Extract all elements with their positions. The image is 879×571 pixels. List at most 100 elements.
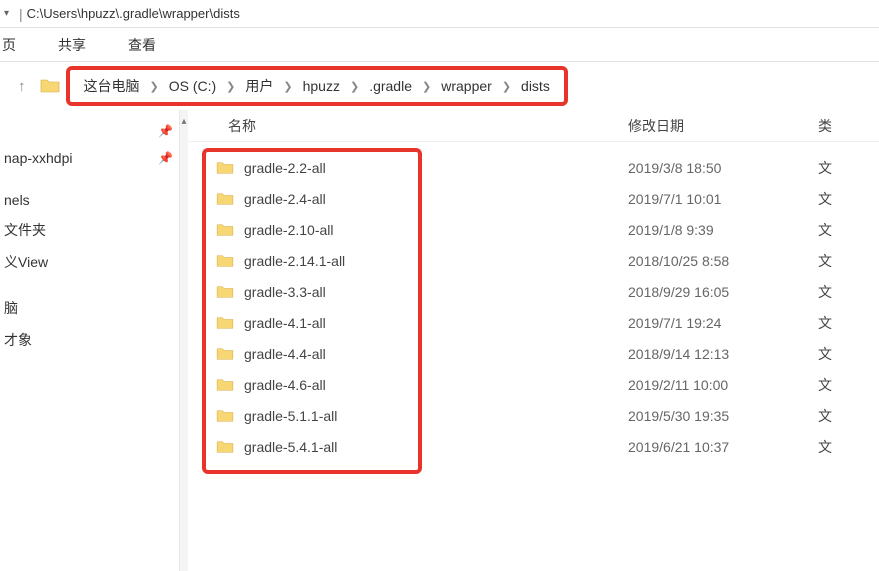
folder-icon: [216, 192, 234, 206]
breadcrumb-container: ↑ 这台电脑 ❯ OS (C:) ❯ 用户 ❯ hpuzz ❯ .gradle …: [0, 62, 879, 110]
sidebar: 📌 nap-xxhdpi 📌 nels 文件夹 义View 脑 才象: [0, 110, 180, 571]
sidebar-item-label: 脑: [4, 298, 18, 318]
folder-icon: [216, 285, 234, 299]
file-name: gradle-5.1.1-all: [244, 408, 337, 424]
sidebar-item-label: 才象: [4, 330, 32, 350]
file-date: 2019/5/30 19:35: [628, 408, 818, 424]
column-headers: 名称 修改日期 类: [188, 110, 879, 142]
title-dropdown-icon[interactable]: ▾: [4, 8, 9, 19]
sidebar-item[interactable]: nels: [0, 186, 179, 214]
table-row[interactable]: gradle-2.10-all 2019/1/8 9:39文: [188, 214, 879, 245]
breadcrumb-seg[interactable]: dists: [517, 76, 554, 96]
breadcrumb-seg[interactable]: wrapper: [437, 76, 496, 96]
chevron-right-icon[interactable]: ❯: [226, 80, 235, 93]
sidebar-item[interactable]: 📌: [0, 118, 179, 144]
table-row[interactable]: gradle-3.3-all 2018/9/29 16:05文: [188, 276, 879, 307]
file-date: 2019/7/1 10:01: [628, 191, 818, 207]
file-name: gradle-2.2-all: [244, 160, 326, 176]
menu-item-home[interactable]: 页: [0, 31, 22, 59]
content-area: 📌 nap-xxhdpi 📌 nels 文件夹 义View 脑 才象 ▴ 名称 …: [0, 110, 879, 571]
file-date: 2019/6/21 10:37: [628, 439, 818, 455]
sidebar-item[interactable]: nap-xxhdpi 📌: [0, 144, 179, 172]
breadcrumb-seg[interactable]: hpuzz: [299, 76, 344, 96]
menu-bar: 页 共享 查看: [0, 28, 879, 62]
file-type: 文: [818, 375, 848, 395]
sidebar-item-label: nap-xxhdpi: [4, 150, 73, 166]
column-header-name[interactable]: 名称: [228, 116, 628, 136]
chevron-right-icon[interactable]: ❯: [422, 80, 431, 93]
file-name: gradle-3.3-all: [244, 284, 326, 300]
folder-icon: [216, 347, 234, 361]
file-name: gradle-4.1-all: [244, 315, 326, 331]
file-type: 文: [818, 189, 848, 209]
file-type: 文: [818, 220, 848, 240]
folder-icon: [216, 254, 234, 268]
file-name: gradle-2.14.1-all: [244, 253, 345, 269]
table-row[interactable]: gradle-5.1.1-all 2019/5/30 19:35文: [188, 400, 879, 431]
table-row[interactable]: gradle-4.1-all2019/7/1 19:24文: [188, 307, 879, 338]
folder-icon: [216, 378, 234, 392]
breadcrumb-bar: ↑ 这台电脑 ❯ OS (C:) ❯ 用户 ❯ hpuzz ❯ .gradle …: [10, 68, 869, 104]
file-list: gradle-2.2-all2019/3/8 18:50文gradle-2.4-…: [188, 142, 879, 571]
file-list-pane: 名称 修改日期 类 gradle-2.2-all2019/3/8 18:50文g…: [188, 110, 879, 571]
folder-icon: [216, 440, 234, 454]
file-name: gradle-4.4-all: [244, 346, 326, 362]
file-name: gradle-2.4-all: [244, 191, 326, 207]
file-type: 文: [818, 158, 848, 178]
file-name: gradle-4.6-all: [244, 377, 326, 393]
pin-icon: 📌: [158, 151, 173, 165]
table-row[interactable]: gradle-5.4.1-all 2019/6/21 10:37文: [188, 431, 879, 462]
file-type: 文: [818, 406, 848, 426]
folder-icon: [216, 316, 234, 330]
column-header-date[interactable]: 修改日期: [628, 116, 818, 136]
pin-icon: 📌: [158, 124, 173, 138]
chevron-right-icon[interactable]: ❯: [150, 80, 159, 93]
breadcrumb-folder-icon[interactable]: [40, 76, 60, 96]
sidebar-item[interactable]: 义View: [0, 246, 179, 278]
file-type: 文: [818, 282, 848, 302]
breadcrumb-seg[interactable]: OS (C:): [165, 76, 220, 96]
sidebar-item-label: nels: [4, 192, 30, 208]
file-date: 2019/7/1 19:24: [628, 315, 818, 331]
breadcrumb-seg[interactable]: .gradle: [365, 76, 416, 96]
sidebar-item[interactable]: 文件夹: [0, 214, 179, 246]
folder-icon: [216, 161, 234, 175]
table-row[interactable]: gradle-2.4-all 2019/7/1 10:01文: [188, 183, 879, 214]
window-title-path: C:\Users\hpuzz\.gradle\wrapper\dists: [27, 6, 240, 21]
chevron-right-icon[interactable]: ❯: [350, 80, 359, 93]
table-row[interactable]: gradle-2.14.1-all 2018/10/25 8:58文: [188, 245, 879, 276]
file-type: 文: [818, 251, 848, 271]
file-date: 2018/10/25 8:58: [628, 253, 818, 269]
title-separator: |: [19, 6, 23, 22]
menu-item-view[interactable]: 查看: [122, 31, 162, 59]
file-date: 2019/3/8 18:50: [628, 160, 818, 176]
file-name: gradle-2.10-all: [244, 222, 334, 238]
title-bar: ▾ | C:\Users\hpuzz\.gradle\wrapper\dists: [0, 0, 879, 28]
file-date: 2019/1/8 9:39: [628, 222, 818, 238]
breadcrumb-highlight: 这台电脑 ❯ OS (C:) ❯ 用户 ❯ hpuzz ❯ .gradle ❯ …: [66, 66, 568, 106]
file-name: gradle-5.4.1-all: [244, 439, 337, 455]
file-date: 2018/9/14 12:13: [628, 346, 818, 362]
file-type: 文: [818, 344, 848, 364]
sidebar-item-label: 义View: [4, 252, 48, 272]
table-row[interactable]: gradle-4.6-all 2019/2/11 10:00文: [188, 369, 879, 400]
table-row[interactable]: gradle-2.2-all 2019/3/8 18:50文: [188, 152, 879, 183]
folder-icon: [216, 409, 234, 423]
column-header-type[interactable]: 类: [818, 116, 848, 136]
collapse-arrow-icon: ▴: [181, 116, 186, 127]
file-date: 2018/9/29 16:05: [628, 284, 818, 300]
pane-divider[interactable]: ▴: [180, 110, 188, 571]
sidebar-item-label: 文件夹: [4, 220, 46, 240]
sidebar-item[interactable]: 才象: [0, 324, 179, 356]
nav-up-icon[interactable]: ↑: [18, 78, 26, 95]
table-row[interactable]: gradle-4.4-all 2018/9/14 12:13文: [188, 338, 879, 369]
breadcrumb-seg[interactable]: 用户: [241, 74, 277, 98]
sidebar-item[interactable]: 脑: [0, 292, 179, 324]
menu-item-share[interactable]: 共享: [52, 31, 92, 59]
file-type: 文: [818, 437, 848, 457]
chevron-right-icon[interactable]: ❯: [502, 80, 511, 93]
chevron-right-icon[interactable]: ❯: [283, 80, 292, 93]
file-date: 2019/2/11 10:00: [628, 377, 818, 393]
breadcrumb-seg[interactable]: 这台电脑: [80, 74, 144, 98]
folder-icon: [216, 223, 234, 237]
